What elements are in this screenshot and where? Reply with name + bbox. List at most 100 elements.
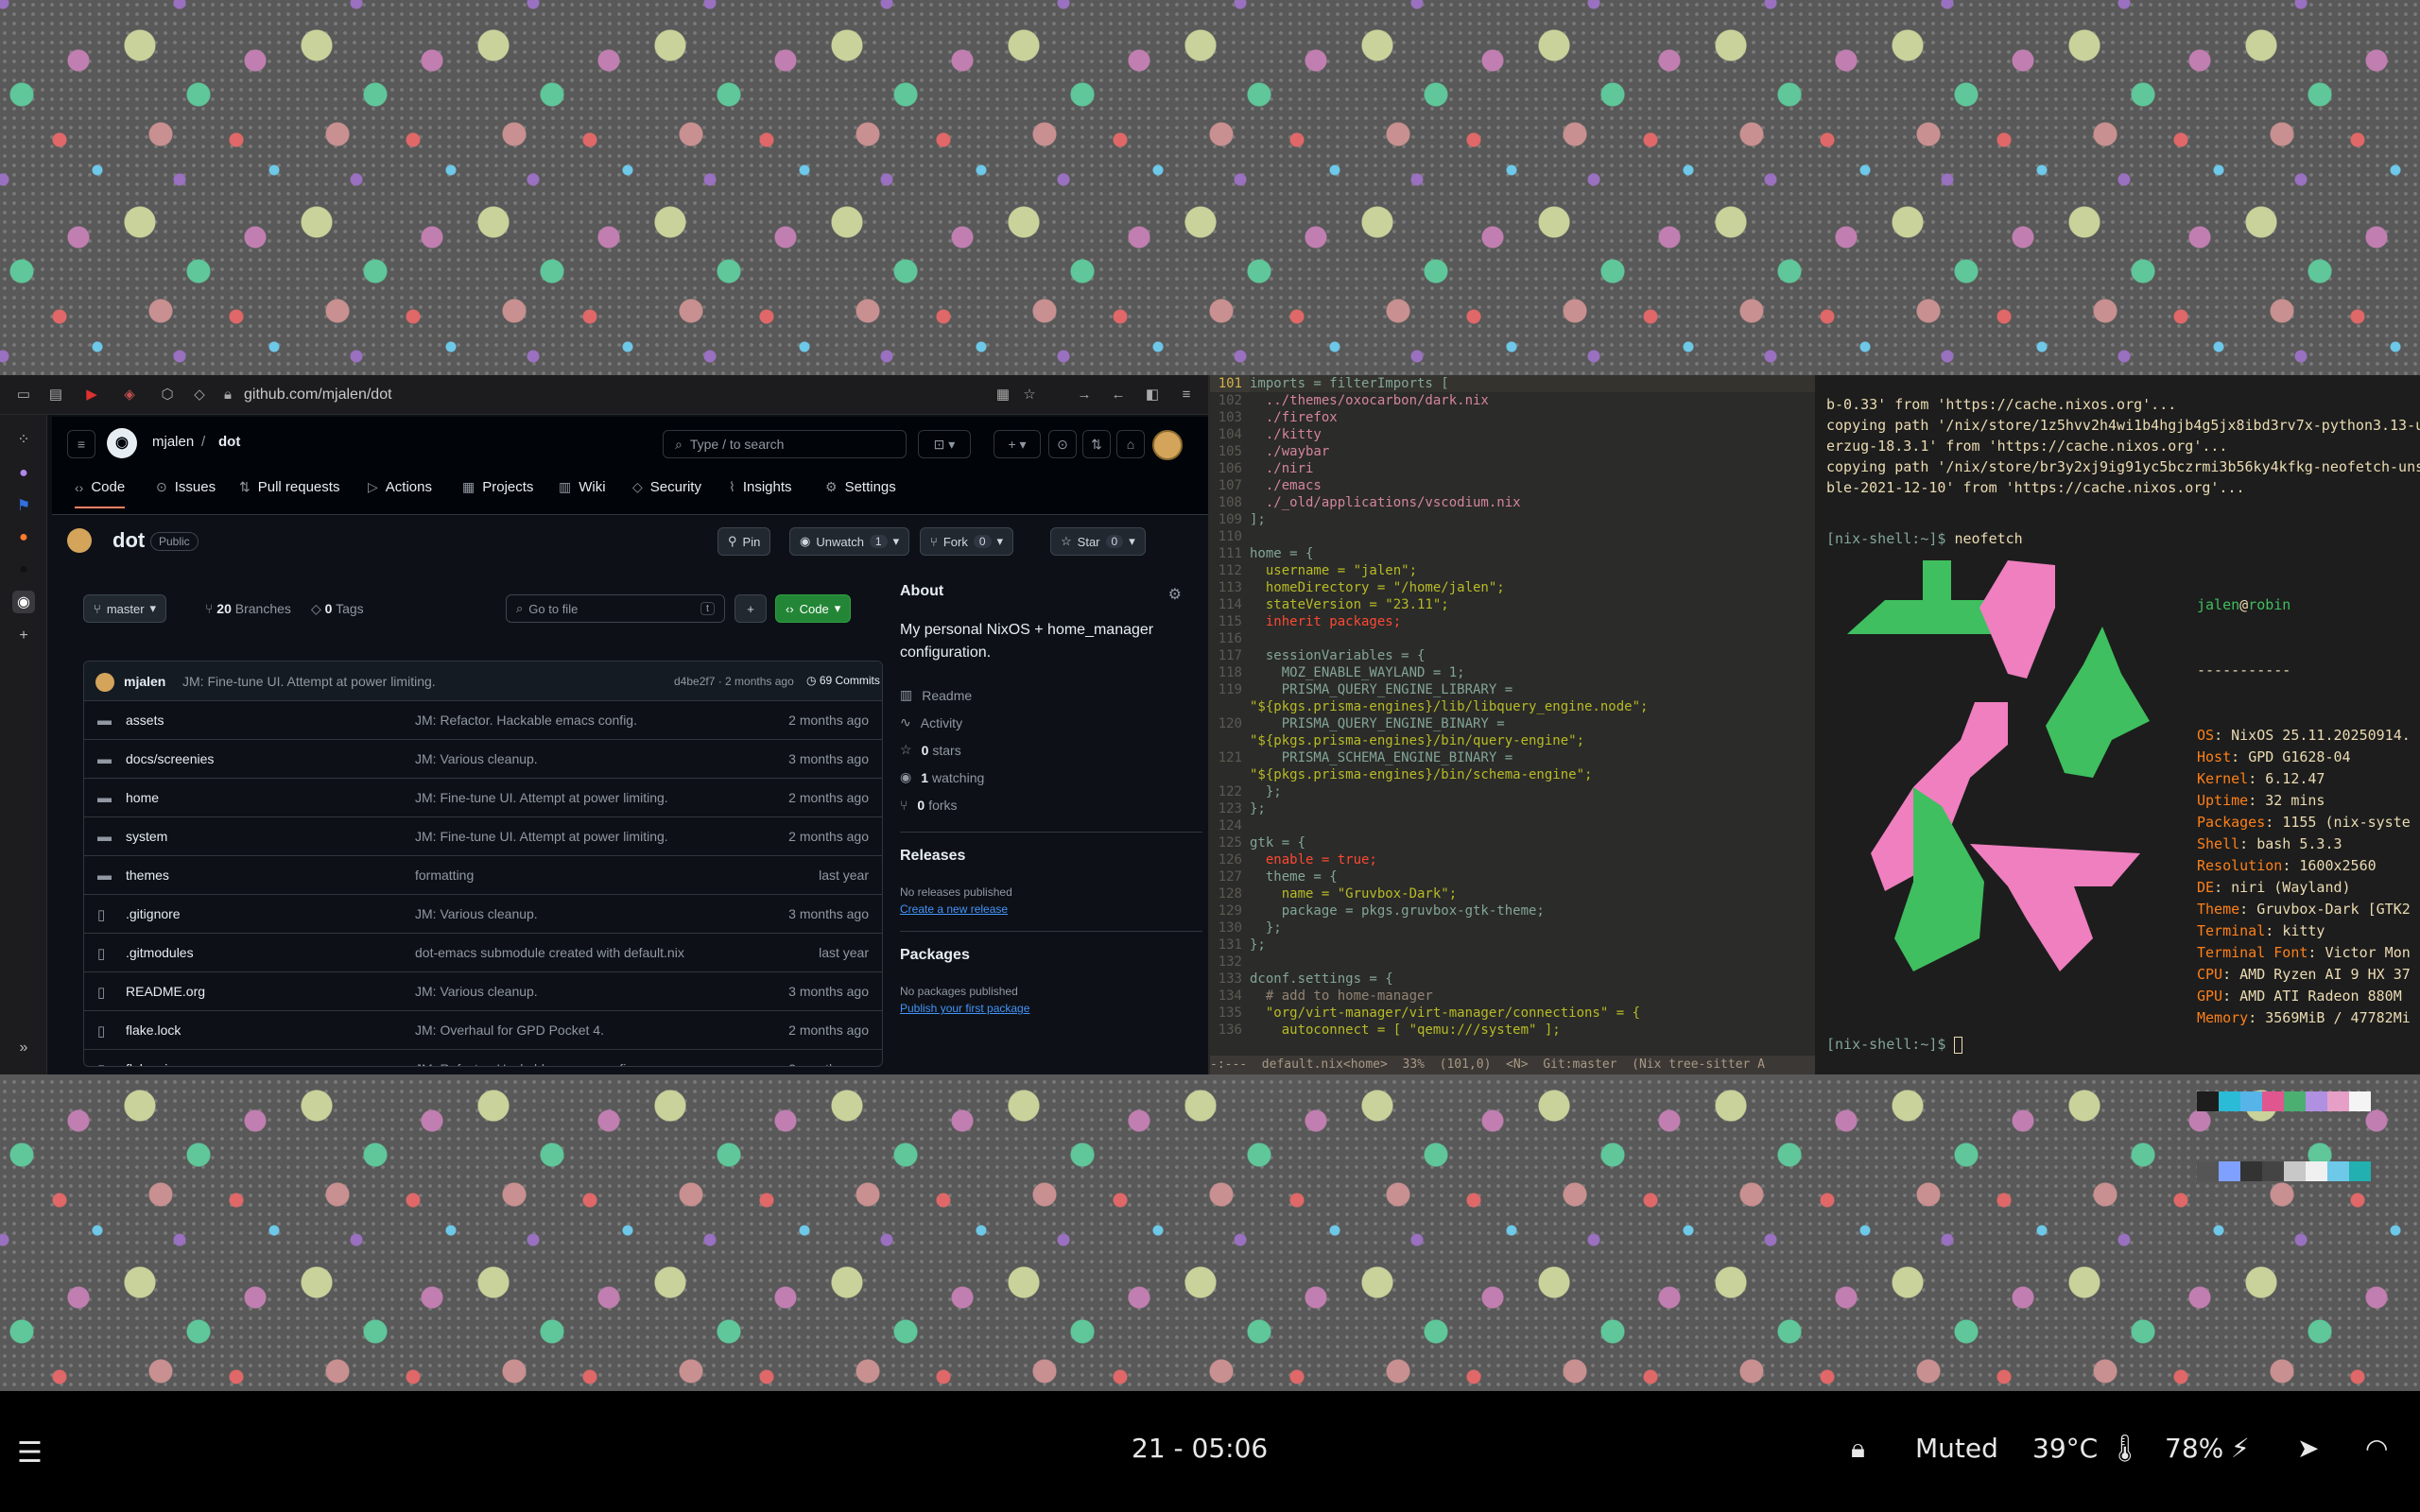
file-row[interactable]: ▬ assets JM: Refactor. Hackable emacs conf…: [84, 701, 882, 740]
file-commit-message[interactable]: JM: Various cleanup.: [415, 751, 538, 766]
add-panel-icon[interactable]: +: [12, 625, 35, 647]
sidebar-icon[interactable]: ◧: [1144, 387, 1161, 404]
code-line[interactable]: 125 gtk = {: [1210, 834, 1815, 851]
fork-button[interactable]: ⑂ Fork 0 ▾: [920, 527, 1014, 556]
code-line[interactable]: 136 autoconnect = [ "qemu:///system" ];: [1210, 1022, 1815, 1039]
file-row[interactable]: ▯ .gitignore JM: Various cleanup. 3 months …: [84, 895, 882, 934]
pull-requests-icon[interactable]: ⇅: [1082, 430, 1111, 458]
releases-title[interactable]: Releases: [900, 848, 1202, 865]
file-commit-message[interactable]: formatting: [415, 868, 474, 883]
gear-icon[interactable]: ⚙: [1168, 585, 1182, 604]
star-button[interactable]: ☆ Star 0 ▾: [1050, 527, 1146, 556]
hamburger-icon[interactable]: ≡: [67, 430, 95, 458]
file-row[interactable]: ▯ .gitmodules dot-emacs submodule created …: [84, 934, 882, 972]
bookmark-star-icon[interactable]: ☆: [1021, 387, 1038, 404]
file-row[interactable]: ▬ docs/screenies JM: Various cleanup. 3 mon…: [84, 740, 882, 779]
clock[interactable]: 21 - 05:06: [1132, 1433, 1268, 1464]
tab-pull-requests[interactable]: ⇅ Pull requests: [239, 479, 339, 495]
pin-button[interactable]: ⚲ Pin: [717, 527, 771, 556]
repo-title[interactable]: dot: [112, 528, 145, 553]
circle-icon[interactable]: ●: [12, 558, 35, 581]
tab-insights[interactable]: ⌇ Insights: [729, 479, 792, 495]
code-line[interactable]: 128 name = "Gruvbox-Dark";: [1210, 885, 1815, 902]
menu-icon[interactable]: ≡: [1178, 387, 1195, 404]
file-row[interactable]: ▬ themes formatting last year: [84, 856, 882, 895]
volume-status[interactable]: Muted: [1915, 1433, 1998, 1464]
code-line[interactable]: 102 ../themes/oxocarbon/dark.nix: [1210, 392, 1815, 409]
mastodon-icon[interactable]: ●: [12, 462, 35, 485]
code-line[interactable]: 124: [1210, 817, 1815, 834]
code-line[interactable]: 118 MOZ_ENABLE_WAYLAND = 1;: [1210, 664, 1815, 681]
grip-icon[interactable]: ⁘: [12, 428, 35, 451]
inbox-icon[interactable]: ⌂: [1116, 430, 1145, 458]
code-line[interactable]: 131};: [1210, 936, 1815, 954]
flag-icon[interactable]: ⚑: [12, 494, 35, 517]
code-line[interactable]: 116: [1210, 630, 1815, 647]
file-commit-message[interactable]: JM: Fine-tune UI. Attempt at power limit…: [415, 790, 668, 805]
issues-icon[interactable]: ⊙: [1048, 430, 1077, 458]
code-line[interactable]: 107 ./emacs: [1210, 477, 1815, 494]
tab-wiki[interactable]: ▥ Wiki: [559, 479, 606, 495]
file-name[interactable]: .gitmodules: [126, 945, 194, 960]
branch-select[interactable]: ⑂ master ▾: [83, 594, 167, 623]
lock-icon[interactable]: 🔒︎: [1851, 1433, 1865, 1465]
code-line[interactable]: 120 PRISMA_QUERY_ENGINE_BINARY =: [1210, 715, 1815, 732]
puzzle-icon[interactable]: ⬡: [159, 387, 176, 404]
location-icon[interactable]: ➤: [2297, 1433, 2319, 1464]
file-name[interactable]: .gitignore: [126, 906, 181, 921]
tab-issues[interactable]: ⊙ Issues: [156, 479, 216, 495]
commits-link[interactable]: ◷ 69 Commits: [806, 674, 880, 687]
menu-icon[interactable]: ☰: [17, 1436, 43, 1469]
file-row[interactable]: ▬ system JM: Fine-tune UI. Attempt at powe…: [84, 817, 882, 856]
create-release-link[interactable]: Create a new release: [900, 902, 1008, 916]
packages-title[interactable]: Packages: [900, 947, 1202, 964]
file-name[interactable]: docs/screenies: [126, 751, 214, 766]
search-input[interactable]: ⌕ Type / to search: [663, 430, 907, 458]
file-commit-message[interactable]: JM: Various cleanup.: [415, 984, 538, 999]
code-button[interactable]: ‹› Code ▾: [775, 594, 852, 623]
code-line[interactable]: 130 };: [1210, 919, 1815, 936]
tab-code[interactable]: ‹› Code: [75, 479, 126, 508]
tabs-icon[interactable]: ▤: [47, 387, 64, 404]
activity-link[interactable]: ∿ Activity: [900, 709, 1202, 736]
file-commit-message[interactable]: JM: Overhaul for GPD Pocket 4.: [415, 1022, 604, 1038]
code-line[interactable]: 121 PRISMA_SCHEMA_ENGINE_BINARY =: [1210, 749, 1815, 766]
code-line[interactable]: 109];: [1210, 511, 1815, 528]
watching-link[interactable]: ◉ 1 watching: [900, 764, 1202, 791]
file-commit-message[interactable]: JM: Refactor. Hackable emacs config.: [415, 713, 637, 728]
commit-hash[interactable]: d4be2f7 · 2 months ago: [674, 675, 794, 688]
code-line[interactable]: 103 ./firefox: [1210, 409, 1815, 426]
avatar[interactable]: [1152, 430, 1183, 460]
url-bar[interactable]: github.com/mjalen/dot: [244, 387, 392, 404]
code-line[interactable]: 133 dconf.settings = {: [1210, 971, 1815, 988]
file-commit-message[interactable]: JM: Refactor. Hackable emacs config.: [415, 1061, 637, 1066]
commit-author[interactable]: mjalen: [124, 674, 165, 689]
readme-link[interactable]: ▥ Readme: [900, 681, 1202, 709]
file-commit-message[interactable]: dot-emacs submodule created with default…: [415, 945, 684, 960]
code-line[interactable]: 114 stateVersion = "23.11";: [1210, 596, 1815, 613]
forks-link[interactable]: ⑂ 0 forks: [900, 791, 1202, 818]
code-line[interactable]: 134 # add to home-manager: [1210, 988, 1815, 1005]
sidebar-toggle-icon[interactable]: ▭: [15, 387, 32, 404]
copilot-button[interactable]: ⊡ ▾: [918, 430, 971, 458]
prompt-line[interactable]: [nix-shell:~]$: [1826, 1034, 1963, 1055]
reader-icon[interactable]: ▦: [994, 387, 1011, 404]
tags-link[interactable]: ◇ 0 Tags: [311, 601, 364, 617]
breadcrumb-repo[interactable]: dot: [218, 434, 240, 450]
code-line[interactable]: 132: [1210, 954, 1815, 971]
file-commit-message[interactable]: JM: Fine-tune UI. Attempt at power limit…: [415, 829, 668, 844]
unwatch-button[interactable]: ◉ Unwatch 1 ▾: [789, 527, 910, 556]
code-line[interactable]: 111 home = {: [1210, 545, 1815, 562]
code-line[interactable]: 129 package = pkgs.gruvbox-gtk-theme;: [1210, 902, 1815, 919]
goto-file-input[interactable]: ⌕ Go to file t: [506, 594, 725, 623]
add-file-button[interactable]: +: [735, 594, 767, 623]
code-line[interactable]: 113 homeDirectory = "/home/jalen";: [1210, 579, 1815, 596]
emacs-window[interactable]: 101 imports = filterImports [102 ../theme…: [1210, 375, 1815, 1074]
commit-message[interactable]: JM: Fine-tune UI. Attempt at power limit…: [182, 674, 436, 689]
wifi-icon[interactable]: ◠: [2365, 1433, 2388, 1464]
code-line[interactable]: 122 };: [1210, 783, 1815, 800]
file-row[interactable]: ▬ home JM: Fine-tune UI. Attempt at power …: [84, 779, 882, 817]
create-new-button[interactable]: + ▾: [994, 430, 1041, 458]
code-line[interactable]: 126 enable = true;: [1210, 851, 1815, 868]
youtube-icon[interactable]: ▶: [83, 387, 100, 404]
